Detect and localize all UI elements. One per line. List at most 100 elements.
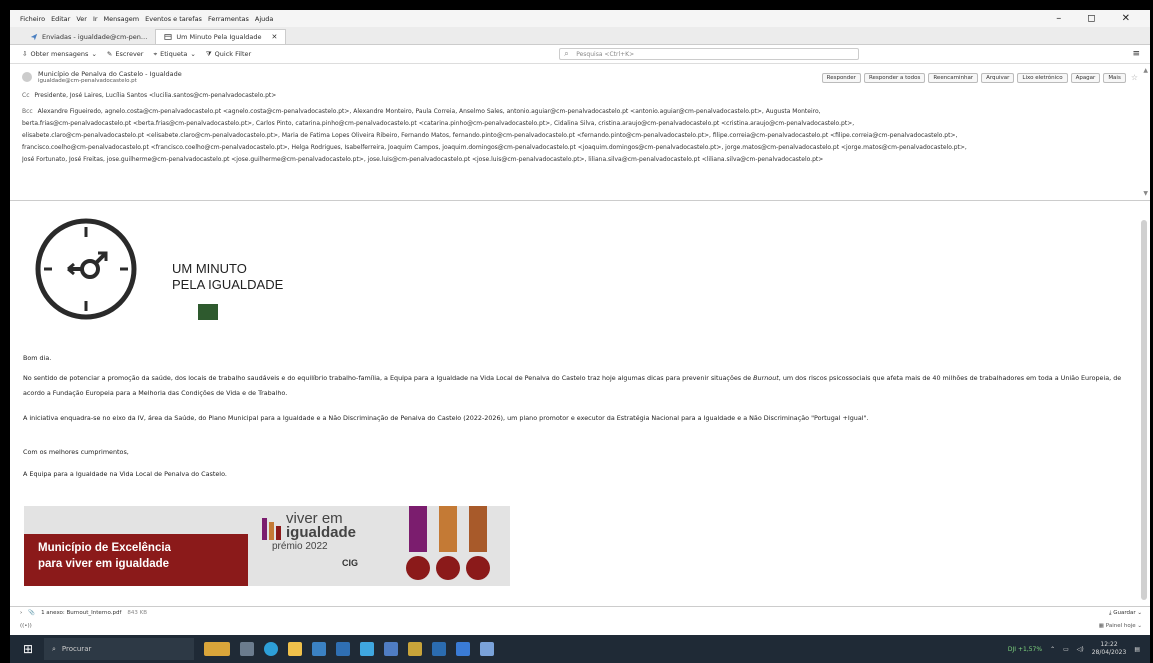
star-icon[interactable]: ☆	[1131, 73, 1138, 83]
app-menu-icon[interactable]: ≡	[1132, 49, 1140, 59]
chevron-down-icon[interactable]: ⌄	[91, 50, 96, 58]
menu-ferramentas[interactable]: Ferramentas	[208, 15, 249, 23]
bcc-line[interactable]: José Fortunato, José Freitas, jose.guilh…	[22, 156, 823, 163]
tab-message-label: Um Minuto Pela Igualdade	[176, 33, 262, 41]
menu-ver[interactable]: Ver	[76, 15, 87, 23]
minimize-button[interactable]: –	[1056, 13, 1061, 24]
write-button[interactable]: ✎ Escrever	[107, 50, 144, 58]
online-status-icon[interactable]: ((•))	[20, 623, 32, 629]
chevron-up-icon[interactable]: ⌃	[1050, 646, 1055, 653]
header-actions: Responder Responder a todos Reencaminhar…	[821, 73, 1138, 83]
get-messages-button[interactable]: ⇩ Obter mensagens ⌄	[22, 50, 97, 58]
dot-3	[466, 556, 490, 580]
bar-brown	[469, 506, 487, 552]
dot-1	[406, 556, 430, 580]
forward-button[interactable]: Reencaminhar	[928, 73, 979, 83]
viver-line3: prémio 2022	[272, 541, 328, 552]
save-attachment-button[interactable]: ⤓ Guardar ⌄	[1109, 610, 1142, 617]
system-tray: DJI +1,57% ⌃ ▭ ◁) 12:22 28/04/2023 ▤	[1008, 641, 1140, 657]
banner-red-line1: Município de Excelência	[38, 542, 171, 554]
volume-icon[interactable]: ◁)	[1077, 646, 1084, 653]
task-view-icon[interactable]	[240, 642, 254, 656]
maximize-button[interactable]: ◻	[1087, 13, 1095, 24]
app-icon-10[interactable]	[456, 642, 470, 656]
notifications-icon[interactable]: ▤	[1134, 646, 1140, 653]
menu-ajuda[interactable]: Ajuda	[255, 15, 273, 23]
calendar-icon: ▦	[1098, 623, 1106, 629]
taskbar-search-placeholder: Procurar	[61, 645, 92, 653]
menu-ficheiro[interactable]: Ficheiro	[20, 15, 45, 23]
message-body: UM MINUTO PELA IGUALDADE Bom dia. No sen…	[10, 201, 1150, 621]
junk-button[interactable]: Lixo eletrónico	[1017, 73, 1068, 83]
menu-editar[interactable]: Editar	[51, 15, 70, 23]
app-icon-11[interactable]	[480, 642, 494, 656]
cc-recipients[interactable]: Presidente, José Laires, Lucília Santos …	[34, 92, 276, 99]
reply-all-button[interactable]: Responder a todos	[863, 73, 926, 83]
file-explorer-icon[interactable]	[288, 642, 302, 656]
clock-logo-icon	[35, 218, 137, 320]
windows-start-icon[interactable]: ⊞	[16, 637, 40, 661]
quick-filter-button[interactable]: ⧩ Quick Filter	[206, 50, 251, 59]
bcc-line[interactable]: elisabete.claro@cm-penalvadocastelo.pt <…	[22, 132, 957, 139]
edge-icon[interactable]	[264, 642, 278, 656]
clock[interactable]: 12:22 28/04/2023	[1092, 641, 1127, 657]
message-icon	[164, 34, 173, 40]
bcc-line[interactable]: francisco.coelho@cm-penalvadocastelo.pt …	[22, 144, 967, 151]
sent-folder-icon	[30, 33, 38, 40]
store-icon[interactable]	[312, 642, 326, 656]
reply-button[interactable]: Responder	[821, 73, 861, 83]
tag-label: Etiqueta	[160, 50, 188, 58]
from-email[interactable]: igualdade@cm-penalvadocastelo.pt	[38, 78, 182, 84]
app-icon-7[interactable]	[384, 642, 398, 656]
stock-widget[interactable]: DJI +1,57%	[1008, 646, 1042, 653]
main-paragraph-italic: Burnout	[753, 374, 779, 382]
close-window-button[interactable]: ✕	[1122, 13, 1130, 24]
network-icon[interactable]: ▭	[1063, 646, 1069, 653]
photos-icon[interactable]	[360, 642, 374, 656]
app-icon-9[interactable]	[432, 642, 446, 656]
status-bar: ((•)) ▦ Painel hoje ⌄	[10, 620, 1150, 632]
quick-filter-label: Quick Filter	[214, 50, 252, 58]
chevron-right-icon[interactable]: ›	[20, 610, 22, 616]
taskbar-search[interactable]: ⌕ Procurar	[44, 638, 194, 660]
greeting: Bom dia.	[23, 354, 52, 362]
dot-2	[436, 556, 460, 580]
attachment-bar[interactable]: › 📎 1 anexo: Burnout_Interno.pdf 843 KB …	[10, 606, 1150, 619]
today-pane-button[interactable]: ▦ Painel hoje ⌄	[1099, 623, 1142, 629]
tab-sent[interactable]: Enviadas - igualdade@cm-pen…	[22, 29, 155, 44]
banner-red-line2: para viver em igualdade	[38, 558, 170, 570]
from-name[interactable]: Município de Penalva do Castelo - Iguald…	[38, 70, 182, 78]
close-tab-icon[interactable]: ✕	[272, 33, 278, 41]
main-toolbar: ⇩ Obter mensagens ⌄ ✎ Escrever ⌖ Etiquet…	[10, 45, 1150, 64]
search-input[interactable]: Pesquisa <Ctrl+K>	[559, 48, 860, 60]
closing: Com os melhores cumprimentos,	[23, 448, 129, 456]
viver-line2: igualdade	[286, 524, 357, 541]
menu-mensagem[interactable]: Mensagem	[104, 15, 140, 23]
app-icon-8[interactable]	[408, 642, 422, 656]
tab-message[interactable]: Um Minuto Pela Igualdade ✕	[155, 29, 287, 44]
municipality-emblem-icon	[198, 304, 218, 320]
news-widget-icon[interactable]	[204, 642, 230, 656]
get-messages-label: Obter mensagens	[30, 50, 89, 58]
scrollbar-thumb[interactable]	[1141, 220, 1147, 600]
menu-ir[interactable]: Ir	[93, 15, 98, 23]
bcc-line[interactable]: berta.frias@cm-penalvadocastelo.pt <bert…	[22, 120, 854, 127]
logo-title: UM MINUTO PELA IGUALDADE	[172, 261, 283, 293]
tag-button[interactable]: ⌖ Etiqueta ⌄	[153, 50, 195, 59]
bcc-line[interactable]: Alexandre Figueiredo, agnelo.costa@cm-pe…	[38, 108, 821, 115]
header-scroll-down-icon[interactable]: ▼	[1143, 190, 1148, 197]
write-label: Escrever	[115, 50, 144, 58]
main-paragraph-pre: No sentido de potenciar a promoção da sa…	[23, 374, 754, 382]
cig-logo: CIG	[342, 558, 359, 568]
attachment-label[interactable]: 1 anexo: Burnout_Interno.pdf	[41, 610, 121, 616]
bcc-row: Bcc Alexandre Figueiredo, agnelo.costa@c…	[22, 106, 1140, 191]
paperclip-icon: 📎	[28, 610, 36, 616]
more-button[interactable]: Mais	[1103, 73, 1126, 83]
header-scroll-up-icon[interactable]: ▲	[1143, 67, 1148, 74]
menu-eventos[interactable]: Eventos e tarefas	[145, 15, 202, 23]
body-scrollbar[interactable]	[1140, 200, 1148, 605]
delete-button[interactable]: Apagar	[1070, 73, 1101, 83]
archive-button[interactable]: Arquivar	[981, 73, 1015, 83]
bar-purple	[409, 506, 427, 552]
mail-icon[interactable]	[336, 642, 350, 656]
